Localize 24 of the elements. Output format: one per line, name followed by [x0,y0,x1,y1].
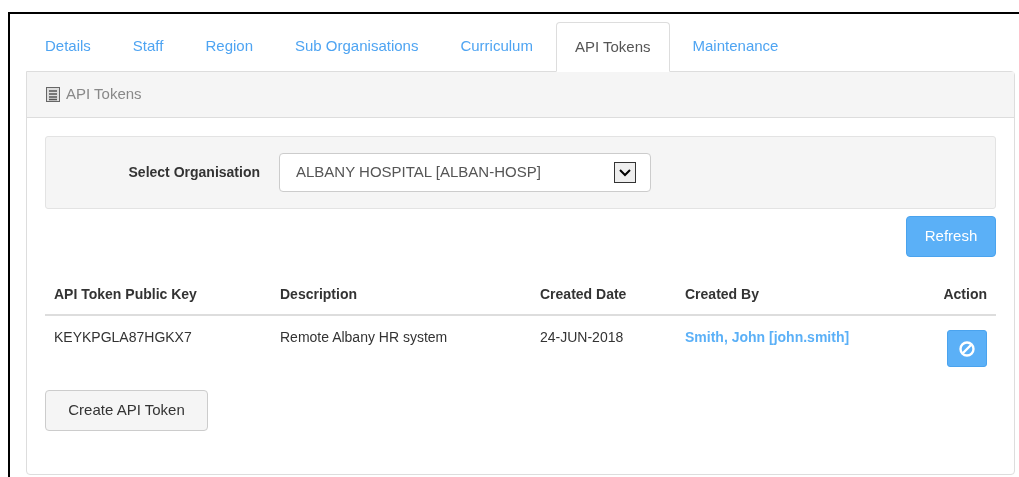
list-icon [46,87,60,102]
column-header: Description [280,286,357,302]
tab[interactable]: Details [26,21,110,71]
revoke-button[interactable] [947,330,987,367]
organisation-select[interactable]: ALBANY HOSPITAL [ALBAN-HOSP] [279,153,651,192]
user-link[interactable]: Smith, John [john.smith] [685,329,850,345]
tab[interactable]: Region [186,21,272,71]
field-label: Select Organisation [127,163,261,182]
prohibited-icon [959,340,975,357]
token-key: KEYKPGLA87HGKX7 [54,329,192,345]
panel-title: API Tokens [66,84,142,105]
column-header: Created By [685,286,759,302]
tab[interactable]: Curriculum [441,21,552,71]
column-header: Action [943,286,987,302]
create-api-token-button[interactable]: Create API Token [45,390,208,431]
column-header: API Token Public Key [54,286,197,302]
tab[interactable]: API Tokens [555,22,670,72]
date-cell: 24-JUN-2018 [540,329,624,345]
tab[interactable]: Sub Organisations [276,21,438,71]
column-header: Created Date [540,286,627,302]
description-cell: Remote Albany HR system [280,329,448,345]
tab[interactable]: Maintenance [673,21,798,71]
tab[interactable]: Staff [113,21,183,71]
refresh-button[interactable]: Refresh [906,216,996,257]
